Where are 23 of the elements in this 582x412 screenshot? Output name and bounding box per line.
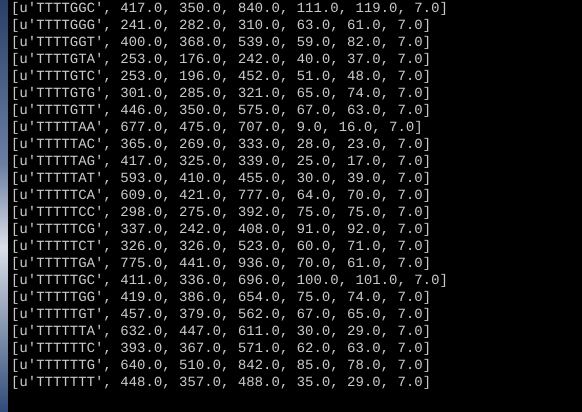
output-line: [u'TTTTTCG', 337.0, 242.0, 408.0, 91.0, 92.0, 7.0]	[11, 222, 432, 239]
output-line: [u'TTTTTTC', 393.0, 367.0, 571.0, 62.0, 63.0, 7.0]	[11, 341, 432, 358]
output-line: [u'TTTTGGT', 400.0, 368.0, 539.0, 59.0, 82.0, 7.0]	[11, 35, 432, 52]
output-line: [u'TTTTGTC', 253.0, 196.0, 452.0, 51.0, 48.0, 7.0]	[11, 69, 432, 86]
output-line: [u'TTTTTAG', 417.0, 325.0, 339.0, 25.0, 17.0, 7.0]	[11, 154, 432, 171]
output-line: [u'TTTTTTA', 632.0, 447.0, 611.0, 30.0, 29.0, 7.0]	[11, 324, 432, 341]
output-line: [u'TTTTGTT', 446.0, 350.0, 575.0, 67.0, 63.0, 7.0]	[11, 103, 432, 120]
output-line: [u'TTTTTGA', 775.0, 441.0, 936.0, 70.0, 61.0, 7.0]	[11, 256, 432, 273]
output-line: [u'TTTTTAA', 677.0, 475.0, 707.0, 9.0, 16.0, 7.0]	[11, 120, 424, 137]
output-line: [u'TTTTGTG', 301.0, 285.0, 321.0, 65.0, 74.0, 7.0]	[11, 86, 432, 103]
output-line: [u'TTTTTTG', 640.0, 510.0, 842.0, 85.0, 78.0, 7.0]	[11, 358, 432, 375]
output-line: [u'TTTTTGT', 457.0, 379.0, 562.0, 67.0, 65.0, 7.0]	[11, 307, 432, 324]
output-line: [u'TTTTGTA', 253.0, 176.0, 242.0, 40.0, 37.0, 7.0]	[11, 52, 432, 69]
output-line: [u'TTTTTGC', 411.0, 336.0, 696.0, 100.0, 101.0, 7.0]	[11, 273, 448, 290]
output-line: [u'TTTTTAC', 365.0, 269.0, 333.0, 28.0, 23.0, 7.0]	[11, 137, 432, 154]
output-line: [u'TTTTTCA', 609.0, 421.0, 777.0, 64.0, 70.0, 7.0]	[11, 188, 432, 205]
output-line: [u'TTTTTGG', 419.0, 386.0, 654.0, 75.0, 74.0, 7.0]	[11, 290, 432, 307]
output-line: [u'TTTTGGG', 241.0, 282.0, 310.0, 63.0, 61.0, 7.0]	[11, 18, 432, 35]
output-line: [u'TTTTTCC', 298.0, 275.0, 392.0, 75.0, 75.0, 7.0]	[11, 205, 432, 222]
output-line: [u'TTTTGGC', 417.0, 350.0, 840.0, 111.0, 119.0, 7.0]	[11, 1, 448, 18]
output-line: [u'TTTTTTT', 448.0, 357.0, 488.0, 35.0, 29.0, 7.0]	[11, 375, 432, 392]
output-line: [u'TTTTTCT', 326.0, 326.0, 523.0, 60.0, 71.0, 7.0]	[11, 239, 432, 256]
output-line: [u'TTTTTAT', 593.0, 410.0, 455.0, 30.0, 39.0, 7.0]	[11, 171, 432, 188]
